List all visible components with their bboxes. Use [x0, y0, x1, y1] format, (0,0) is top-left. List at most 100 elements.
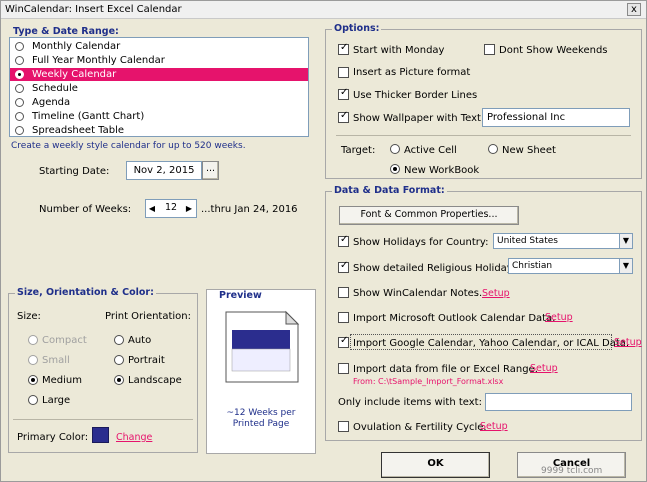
ovulation-setup-link[interactable]: Setup: [480, 421, 508, 432]
outlook-setup-link[interactable]: Setup: [545, 312, 573, 323]
start-monday-checkbox[interactable]: [338, 42, 349, 55]
data-format-title: Data & Data Format:: [332, 185, 447, 196]
starting-date-label: Starting Date:: [39, 166, 110, 177]
size-medium-radio[interactable]: [28, 375, 38, 385]
size-label: Size:: [17, 311, 41, 322]
religious-label: Show detailed Religious Holidays:: [353, 263, 522, 274]
orientation-landscape-radio[interactable]: [114, 375, 124, 385]
size-orientation-title: Size, Orientation & Color:: [15, 287, 156, 298]
calendar-type-list[interactable]: Monthly Calendar Full Year Monthly Calen…: [9, 37, 309, 137]
window-title: WinCalendar: Insert Excel Calendar: [5, 4, 182, 15]
outlook-label: Import Microsoft Outlook Calendar Data.: [353, 313, 556, 324]
weeks-thru-label: ...thru Jan 24, 2016: [201, 204, 298, 215]
decrement-icon[interactable]: ◀: [147, 201, 157, 216]
divider: [336, 135, 631, 136]
change-color-link[interactable]: Change: [116, 432, 152, 443]
list-item[interactable]: Spreadsheet Table: [10, 124, 308, 137]
orientation-landscape-label: Landscape: [128, 375, 182, 386]
type-description: Create a weekly style calendar for up to…: [11, 141, 246, 151]
excel-import-label: Import data from file or Excel Range.: [353, 364, 538, 375]
google-checkbox[interactable]: [338, 335, 349, 348]
size-large-label: Large: [42, 395, 71, 406]
google-label: Import Google Calendar, Yahoo Calendar, …: [353, 338, 630, 349]
wincal-notes-setup-link[interactable]: Setup: [482, 288, 510, 299]
print-orientation-label: Print Orientation:: [105, 311, 192, 322]
show-wallpaper-label: Show Wallpaper with Text:: [353, 113, 485, 124]
orientation-portrait-radio[interactable]: [114, 355, 124, 365]
starting-date-field[interactable]: Nov 2, 2015: [126, 161, 202, 180]
google-setup-link[interactable]: Setup: [614, 337, 642, 348]
wincal-notes-checkbox[interactable]: [338, 287, 349, 298]
holidays-label: Show Holidays for Country:: [353, 237, 489, 248]
target-new-sheet-radio[interactable]: [488, 144, 498, 154]
orientation-portrait-label: Portrait: [128, 355, 165, 366]
increment-icon[interactable]: ▶: [184, 201, 194, 216]
watermark: 9999 tcli.com: [541, 466, 603, 476]
title-bar: WinCalendar: Insert Excel Calendar x: [1, 1, 646, 19]
holidays-checkbox[interactable]: [338, 234, 349, 247]
size-small-label: Small: [42, 355, 70, 366]
radio-icon: [15, 84, 24, 93]
wincal-notes-label: Show WinCalendar Notes.: [353, 288, 483, 299]
target-label: Target:: [341, 145, 376, 156]
wallpaper-text-input[interactable]: Professional Inc: [482, 108, 630, 127]
target-new-workbook-radio[interactable]: [390, 164, 400, 174]
weeks-label: Number of Weeks:: [39, 204, 132, 215]
list-item[interactable]: Monthly Calendar: [10, 40, 308, 53]
preview-caption: ~12 Weeks per Printed Page: [226, 408, 296, 429]
size-medium-label: Medium: [42, 375, 82, 386]
weeks-value[interactable]: 12: [160, 202, 182, 213]
preview-title: Preview: [217, 290, 264, 301]
preview-panel: Preview ~12 Weeks per Printed Page: [206, 289, 316, 454]
list-item[interactable]: Weekly Calendar: [10, 68, 308, 81]
target-new-workbook-label: New WorkBook: [404, 165, 480, 176]
start-monday-label: Start with Monday: [353, 45, 445, 56]
primary-color-swatch[interactable]: [92, 427, 109, 443]
ok-button[interactable]: OK: [381, 452, 490, 478]
radio-icon: [15, 112, 24, 121]
excel-import-path: From: C:\tSample_Import_Format.xlsx: [353, 377, 504, 386]
target-active-cell-radio[interactable]: [390, 144, 400, 154]
chevron-down-icon: ▼: [619, 234, 632, 248]
page-preview-icon: [225, 310, 300, 383]
ovulation-label: Ovulation & Fertility Cycle.: [353, 422, 487, 433]
insert-picture-label: Insert as Picture format: [353, 67, 471, 78]
size-compact-label: Compact: [42, 335, 87, 346]
close-icon[interactable]: x: [627, 3, 641, 16]
date-picker-button[interactable]: ...: [202, 161, 219, 180]
thicker-borders-checkbox[interactable]: [338, 87, 349, 100]
radio-icon: [15, 42, 24, 51]
insert-picture-checkbox[interactable]: [338, 67, 349, 78]
ovulation-checkbox[interactable]: [338, 421, 349, 432]
font-properties-button[interactable]: Font & Common Properties...: [339, 206, 519, 225]
radio-icon: [15, 56, 24, 65]
weeks-stepper[interactable]: ◀ 12 ▶: [145, 199, 197, 218]
excel-import-setup-link[interactable]: Setup: [530, 363, 558, 374]
chevron-down-icon: ▼: [619, 259, 632, 273]
list-item[interactable]: Timeline (Gantt Chart): [10, 110, 308, 123]
holidays-country-select[interactable]: United States ▼: [493, 233, 633, 249]
excel-import-checkbox[interactable]: [338, 363, 349, 374]
list-item[interactable]: Schedule: [10, 82, 308, 95]
show-wallpaper-checkbox[interactable]: [338, 110, 349, 123]
size-small-radio[interactable]: [28, 355, 38, 365]
orientation-auto-radio[interactable]: [114, 335, 124, 345]
options-title: Options:: [332, 23, 382, 34]
size-compact-radio[interactable]: [28, 335, 38, 345]
thicker-borders-label: Use Thicker Border Lines: [353, 90, 478, 101]
size-large-radio[interactable]: [28, 395, 38, 405]
target-active-cell-label: Active Cell: [404, 145, 457, 156]
radio-icon: [15, 126, 24, 135]
outlook-checkbox[interactable]: [338, 312, 349, 323]
list-item[interactable]: Agenda: [10, 96, 308, 109]
target-new-sheet-label: New Sheet: [502, 145, 556, 156]
religious-value: Christian: [512, 261, 553, 271]
only-include-input[interactable]: [485, 393, 632, 411]
dont-show-weekends-checkbox[interactable]: [484, 44, 495, 55]
list-item[interactable]: Full Year Monthly Calendar: [10, 54, 308, 67]
type-range-title: Type & Date Range:: [13, 26, 119, 37]
dont-show-weekends-label: Dont Show Weekends: [499, 45, 608, 56]
radio-icon: [15, 98, 24, 107]
religious-checkbox[interactable]: [338, 260, 349, 273]
religious-select[interactable]: Christian ▼: [508, 258, 633, 274]
